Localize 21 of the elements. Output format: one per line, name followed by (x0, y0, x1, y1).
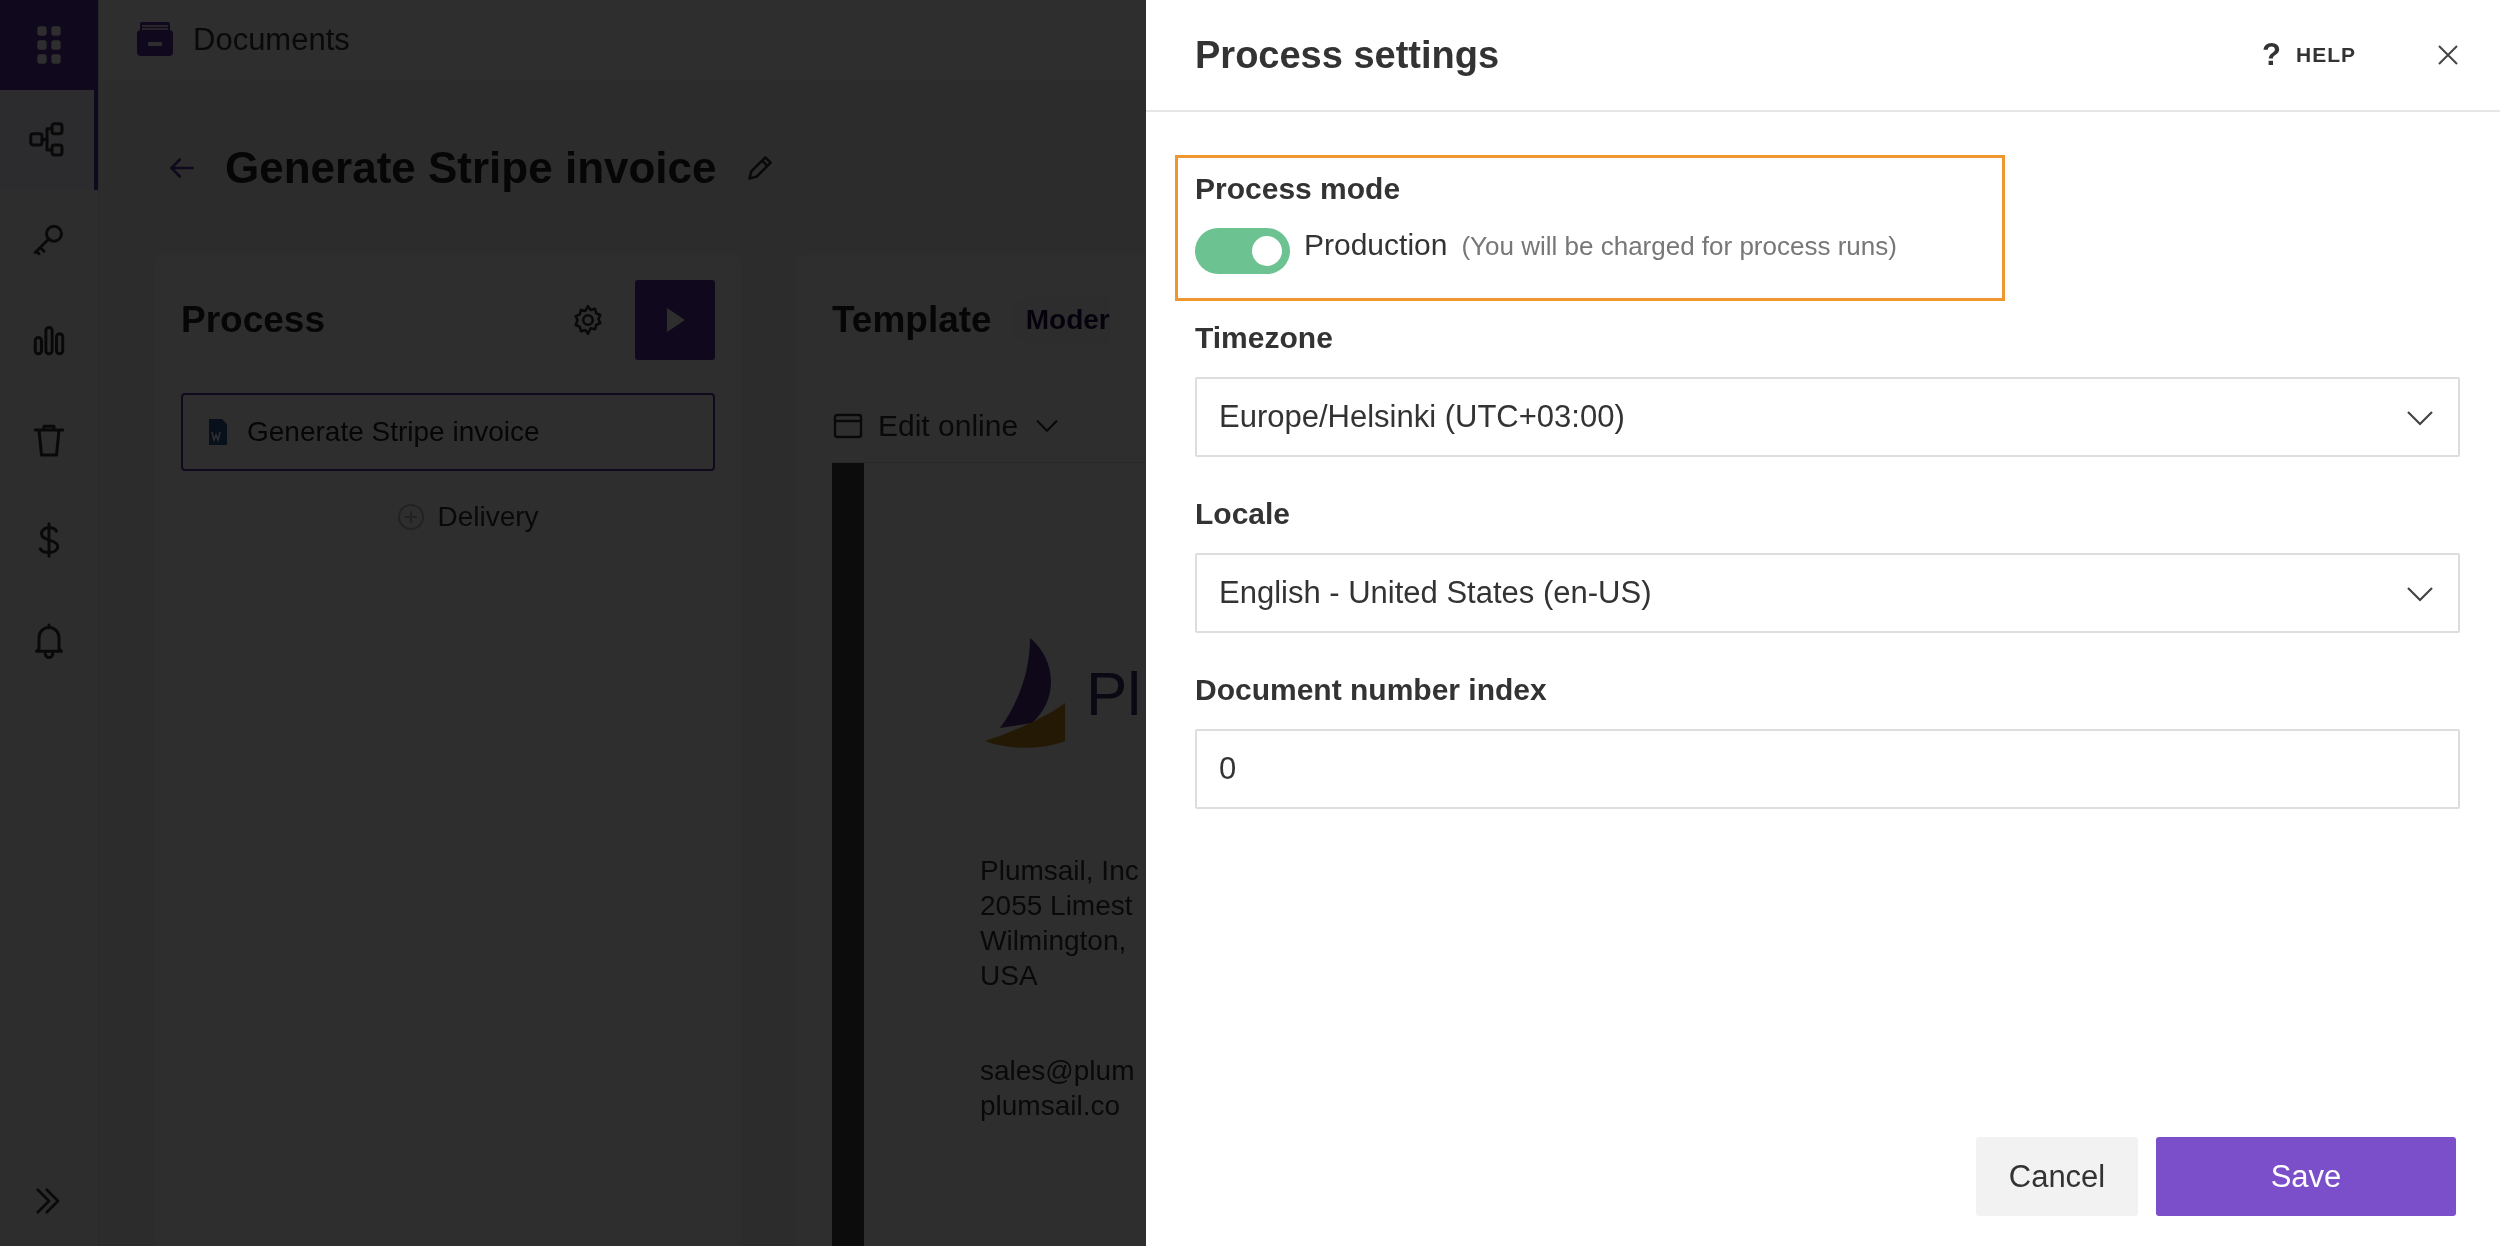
dropdown[interactable]: English - United States (en-US) (1195, 553, 2460, 633)
cancel-button[interactable]: Cancel (1976, 1137, 2138, 1216)
save-button[interactable]: Save (2156, 1137, 2456, 1216)
settings-icon[interactable] (571, 303, 605, 337)
field-label: Process mode (1195, 172, 1402, 206)
flow-icon (27, 120, 67, 160)
field-label: Locale (1195, 497, 1292, 531)
field-label: Timezone (1195, 321, 1334, 355)
field-label: Document number index (1195, 673, 1548, 707)
dropdown[interactable]: Europe/Helsinki (UTC+03:00) (1195, 377, 2460, 457)
app-launcher[interactable] (0, 0, 98, 90)
run-button[interactable] (635, 280, 715, 360)
grid-icon (35, 24, 63, 66)
mode-value: Production (1304, 228, 1448, 262)
input-field[interactable]: 0 (1195, 729, 2460, 809)
mode-note: (You will be charged for process runs) (1461, 231, 1897, 262)
close-icon[interactable] (2436, 43, 2460, 67)
toggle-switch[interactable] (1195, 228, 1290, 274)
panel-title: Process settings (1195, 33, 1501, 77)
word-file-icon (207, 418, 229, 446)
help-button[interactable]: ? HELP (2256, 36, 2362, 74)
